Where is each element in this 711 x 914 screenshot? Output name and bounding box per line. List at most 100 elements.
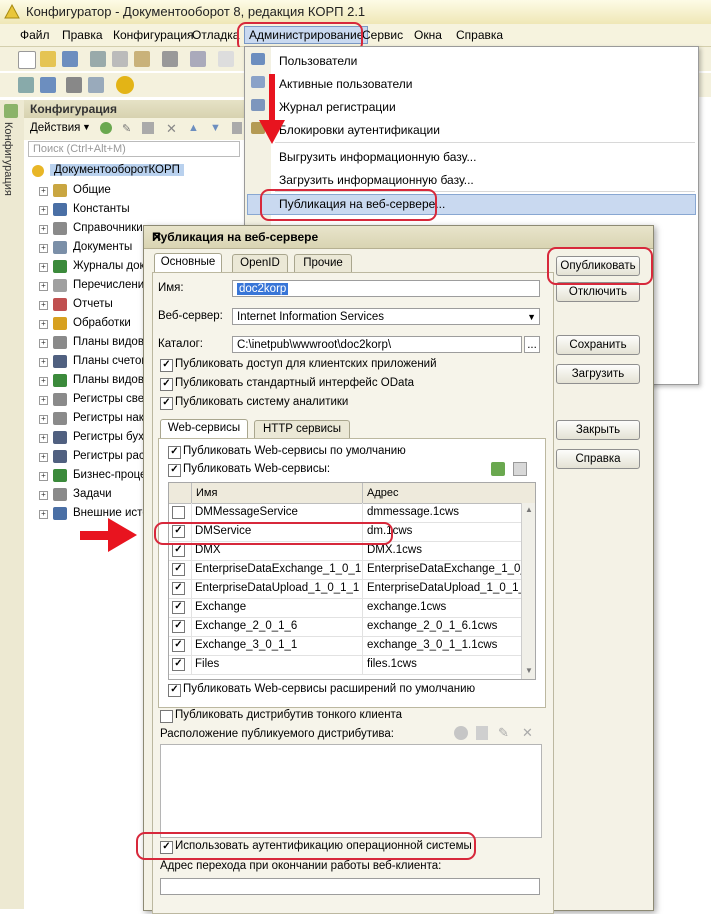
menu-file[interactable]: Файл [20,28,50,42]
checkbox-client-access[interactable]: ✓ [160,359,173,372]
disable-button[interactable]: Отключить [556,282,640,302]
side-tab-configuration[interactable]: Конфигурация [2,122,14,196]
expand-icon[interactable]: + [39,491,48,500]
delete-icon[interactable]: ✕ [166,121,177,137]
table-row[interactable]: ✓ Files files.1cws [169,655,535,675]
row-checkbox[interactable]: ✓ [172,658,185,671]
expand-icon[interactable]: + [39,377,48,386]
open-icon[interactable] [40,51,56,67]
tree-item[interactable]: + Константы [28,201,278,220]
search-input[interactable]: Поиск (Ctrl+Alt+M) [28,141,240,157]
update-icon[interactable] [88,77,104,93]
menu-configuration[interactable]: Конфигурация [113,28,194,42]
row-checkbox[interactable]: ✓ [172,582,185,595]
delete-icon[interactable]: ✕ [522,725,533,741]
row-checkbox[interactable]: ✓ [172,620,185,633]
table-row[interactable]: ✓ Exchange_3_0_1_1 exchange_3_0_1_1.1cws [169,636,535,656]
scroll-up-icon[interactable]: ▲ [525,505,533,514]
move-up-icon[interactable]: ▲ [188,122,199,134]
checkbox-ws-default[interactable]: ✓ [168,446,181,459]
menu-service[interactable]: Сервис [362,28,403,42]
menu-help[interactable]: Справка [456,28,503,42]
print-icon[interactable] [162,51,178,67]
menu-item-load-ib[interactable]: Загрузить информационную базу... [279,173,474,187]
tree-root[interactable]: ДокументооборотКОРП [28,162,278,181]
checkbox-analytics[interactable]: ✓ [160,397,173,410]
copy-icon[interactable] [142,122,154,134]
row-checkbox[interactable]: ✓ [172,639,185,652]
expand-icon[interactable]: + [39,453,48,462]
distrib-list[interactable] [160,744,542,838]
row-checkbox[interactable]: ✓ [172,544,185,557]
expand-icon[interactable]: + [39,206,48,215]
tree-item[interactable]: + Общие [28,182,278,201]
save-button[interactable]: Сохранить [556,335,640,355]
menu-item-dump-ib[interactable]: Выгрузить информационную базу... [279,150,476,164]
expand-icon[interactable]: + [39,320,48,329]
checkbox-ws-extensions[interactable]: ✓ [168,684,181,697]
catalog-input[interactable]: C:\inetpub\wwwroot\doc2korp\ [232,336,522,353]
chevron-down-icon[interactable]: ▼ [527,309,536,324]
menu-windows[interactable]: Окна [414,28,442,42]
load-button[interactable]: Загрузить [556,364,640,384]
tab-main[interactable]: Основные [154,253,222,273]
checkbox-odata[interactable]: ✓ [160,378,173,391]
move-down-icon[interactable]: ▼ [210,122,221,134]
expand-icon[interactable]: + [39,263,48,272]
run-icon[interactable] [116,76,134,94]
add-icon[interactable] [454,726,468,740]
new-icon[interactable] [18,51,36,69]
copy-icon[interactable] [112,51,128,67]
table-row[interactable]: ✓ Exchange exchange.1cws [169,598,535,618]
expand-icon[interactable]: + [39,225,48,234]
expand-icon[interactable]: + [39,282,48,291]
paste-icon[interactable] [134,51,150,67]
help-button[interactable]: Справка [556,449,640,469]
expand-icon[interactable]: + [39,301,48,310]
sort-icon[interactable] [232,122,242,134]
row-checkbox[interactable] [172,506,185,519]
menu-debug[interactable]: Отладка [192,28,239,42]
name-input[interactable]: doc2korp [232,280,540,297]
find-icon[interactable] [190,51,206,67]
expand-icon[interactable]: + [39,244,48,253]
close-button[interactable]: Закрыть [556,420,640,440]
table-row[interactable]: ✓ Exchange_2_0_1_6 exchange_2_0_1_6.1cws [169,617,535,637]
copy-icon[interactable] [476,726,488,740]
save-icon[interactable] [62,51,78,67]
expand-icon[interactable]: + [39,358,48,367]
expand-icon[interactable]: + [39,339,48,348]
tab-other[interactable]: Прочие [294,254,352,273]
tab-http-services[interactable]: HTTP сервисы [254,420,350,439]
scroll-down-icon[interactable]: ▼ [525,666,533,675]
compare-icon[interactable] [40,77,56,93]
chevron-down-icon[interactable]: ▼ [82,122,91,132]
tab-openid[interactable]: OpenID [232,254,288,273]
actions-dropdown[interactable]: Действия [30,122,80,134]
row-checkbox[interactable]: ✓ [172,601,185,614]
webserver-select[interactable]: Internet Information Services ▼ [232,308,540,325]
cut-icon[interactable] [90,51,106,67]
table-row[interactable]: DMMessageService dmmessage.1cws [169,503,535,523]
expand-icon[interactable]: + [39,396,48,405]
edit-icon[interactable]: ✎ [122,122,131,135]
exit-url-input[interactable] [160,878,540,895]
close-icon[interactable]: ✕ [152,230,647,244]
uncheck-all-icon[interactable] [513,462,527,476]
expand-icon[interactable]: + [39,434,48,443]
database-icon[interactable] [66,77,82,93]
expand-icon[interactable]: + [39,187,48,196]
menu-item-users[interactable]: Пользователи [279,54,357,68]
menu-item-active-users[interactable]: Активные пользователи [279,77,412,91]
browse-button[interactable]: ... [524,336,540,353]
row-checkbox[interactable]: ✓ [172,563,185,576]
config-tree-icon[interactable] [18,77,34,93]
menu-edit[interactable]: Правка [62,28,103,42]
edit-icon[interactable]: ✎ [498,725,509,741]
table-row[interactable]: ✓ EnterpriseDataExchange_1_0_1... Enterpri… [169,560,535,580]
tab-web-services[interactable]: Web-сервисы [160,419,248,439]
expand-icon[interactable]: + [39,415,48,424]
table-row[interactable]: ✓ EnterpriseDataUpload_1_0_1_1 EnterpriseD… [169,579,535,599]
undo-icon[interactable] [218,51,234,67]
checkbox-thin-client[interactable] [160,710,173,723]
